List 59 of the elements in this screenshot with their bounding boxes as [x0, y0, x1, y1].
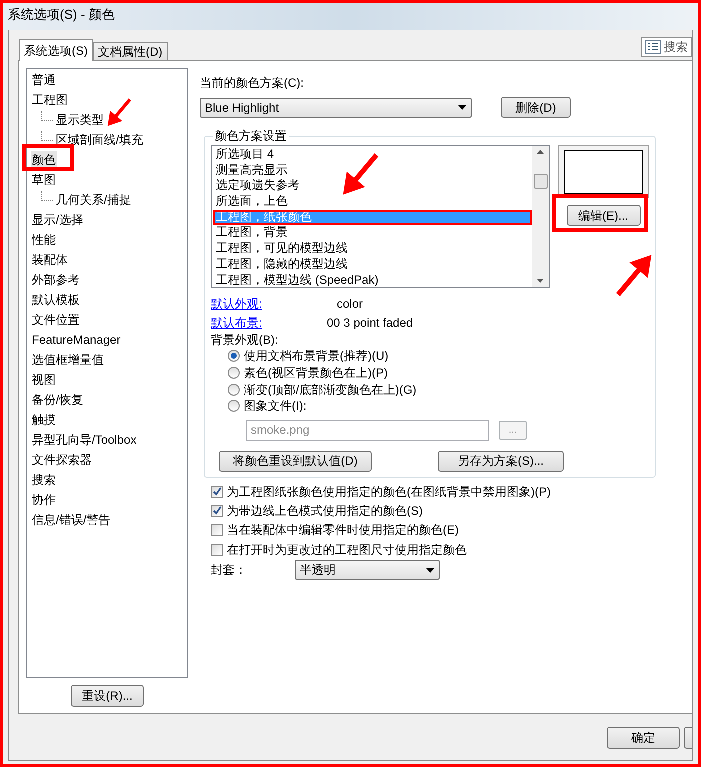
tree-item[interactable]: 显示类型 — [55, 111, 105, 129]
list-item[interactable]: 工程图，可见的模型边线 — [213, 241, 532, 257]
list-item[interactable]: 测量高亮显示 — [213, 162, 532, 178]
scheme-value: Blue Highlight — [205, 100, 280, 116]
tree-item[interactable]: 草图 — [31, 171, 57, 189]
tree-item[interactable]: 工程图 — [31, 91, 69, 109]
list-item[interactable]: 工程图，背景 — [213, 225, 532, 242]
tree-item[interactable]: 异型孔向导/Toolbox — [31, 431, 138, 449]
checkbox-label: 在打开时为更改过的工程图尺寸使用指定颜色 — [227, 542, 467, 559]
radio-label: 素色(视区背景颜色在上)(P) — [244, 365, 388, 382]
ok-button[interactable]: 确定 — [607, 727, 680, 749]
tree-item[interactable]: 几何关系/捕捉 — [55, 191, 132, 209]
link-value: color — [337, 296, 364, 312]
list-item[interactable]: 选定项遗失参考 — [213, 178, 532, 194]
reset-colors-button[interactable]: 将颜色重设到默认值(D) — [219, 450, 372, 472]
tree-item[interactable]: 装配体 — [31, 251, 69, 269]
tree-item[interactable]: 信息/错误/警告 — [31, 511, 112, 529]
link-value: 00 3 point faded — [327, 314, 414, 332]
link[interactable]: 默认外观: — [211, 294, 327, 312]
tab[interactable]: 文档属性(D) — [93, 42, 168, 60]
save-scheme-button[interactable]: 另存为方案(S)... — [438, 450, 564, 472]
tree-item[interactable]: 协作 — [31, 491, 57, 509]
tree-item[interactable]: 显示/选择 — [31, 211, 84, 229]
group-legend: 颜色方案设置 — [213, 127, 289, 145]
envelope-value: 半透明 — [300, 562, 336, 580]
tree-item[interactable]: 普通 — [31, 71, 57, 89]
scheme-dropdown[interactable]: Blue Highlight — [200, 98, 472, 118]
tree-item[interactable]: 选值框增量值 — [31, 351, 105, 369]
tree-item[interactable]: 视图 — [31, 371, 57, 389]
tree-item[interactable]: 默认模板 — [31, 291, 81, 309]
background-label: 背景外观(B): — [211, 332, 280, 348]
link[interactable]: 默认布景: — [211, 314, 327, 332]
envelope-dropdown[interactable]: 半透明 — [295, 560, 440, 580]
list-item[interactable]: 工程图，模型边线 (SpeedPak) — [213, 272, 532, 288]
tree-item[interactable]: 搜索 — [31, 471, 57, 489]
list-item[interactable]: 所选面，上色 — [213, 194, 532, 210]
tree-item[interactable]: 备份/恢复 — [31, 391, 84, 409]
radio-label: 图象文件(I): — [244, 398, 307, 416]
edit-button[interactable]: 编辑(E)... — [566, 205, 640, 226]
delete-button[interactable]: 删除(D) — [501, 97, 571, 118]
tree-item[interactable]: 外部参考 — [31, 271, 81, 289]
tree-item[interactable]: 文件探索器 — [31, 451, 93, 469]
tab[interactable]: 系统选项(S) — [19, 39, 93, 61]
list-item[interactable]: 工程图，隐藏的模型边线 — [213, 256, 532, 272]
tree-item[interactable]: 触摸 — [31, 411, 57, 429]
list-item[interactable]: 所选项目 4 — [213, 147, 532, 163]
search-button[interactable]: 搜索 — [641, 37, 692, 57]
scheme-label: 当前的颜色方案(C): — [200, 75, 305, 91]
checkbox-label: 为带边线上色模式使用指定的颜色(S) — [227, 502, 423, 520]
reset-button[interactable]: 重设(R)... — [71, 685, 144, 707]
window-title: 系统选项(S) - 颜色 — [8, 6, 115, 24]
envelope-label: 封套： — [211, 562, 248, 580]
checkbox-label: 为工程图纸张颜色使用指定的颜色(在图纸背景中禁用图象)(P) — [227, 484, 551, 501]
radio-label: 渐变(顶部/底部渐变颜色在上)(G) — [244, 382, 417, 399]
radio-label: 使用文档布景背景(推荐)(U) — [244, 348, 389, 366]
tree-item[interactable]: 性能 — [31, 231, 57, 249]
checkbox-label: 当在装配体中编辑零件时使用指定的颜色(E) — [227, 522, 459, 540]
tree-item[interactable]: FeatureManager — [31, 331, 122, 349]
tree-item[interactable]: 文件位置 — [31, 311, 81, 329]
